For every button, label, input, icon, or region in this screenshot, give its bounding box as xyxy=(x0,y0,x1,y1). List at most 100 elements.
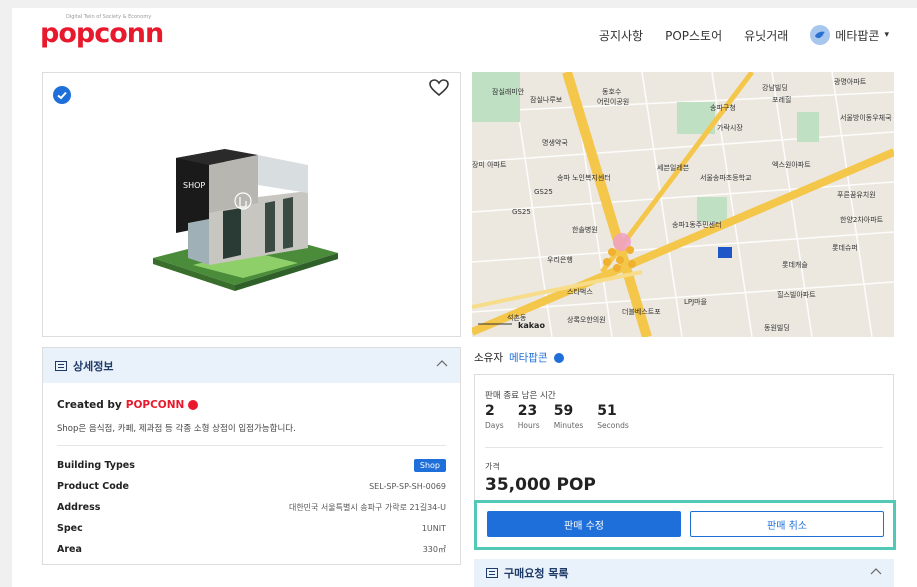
spec-row-area: Area 330㎡ xyxy=(57,539,446,560)
user-name: 메타팝콘 xyxy=(835,28,880,43)
top-nav: 공지사항 POP스토어 유닛거래 메타팝콘 ▾ xyxy=(599,25,889,45)
creator-brand[interactable]: POPCONN xyxy=(126,399,185,411)
shop-building-model: SHOP xyxy=(153,149,338,291)
map-label: 서울송파초등학교 xyxy=(700,173,752,182)
product-3d-viewer[interactable]: SHOP xyxy=(42,72,461,337)
map-label: 명생약국 xyxy=(542,138,568,147)
countdown-timer: 2 Days 23 Hours 59 Minutes 51 Seconds xyxy=(485,403,629,430)
divider xyxy=(57,445,446,446)
spec-key: Address xyxy=(57,502,101,513)
chevron-down-icon: ▾ xyxy=(884,30,889,40)
list-card-icon xyxy=(486,568,498,578)
map-label: 서울방이동우체국 xyxy=(840,113,892,122)
map-label: 장미 아파트 xyxy=(472,160,507,169)
spec-value: 1UNIT xyxy=(421,524,446,533)
spec-row-product-code: Product Code SEL-SP-SP-SH-0069 xyxy=(57,476,446,497)
map-label: LPJ마을 xyxy=(684,297,708,306)
owner-name[interactable]: 메타팝콘 xyxy=(509,350,548,365)
created-by: Created by POPCONN xyxy=(57,399,199,411)
remaining-time-label: 판매 종료 남은 시간 xyxy=(485,391,556,401)
timer-minutes: 59 Minutes xyxy=(554,403,584,430)
owner-info: 소유자 메타팝콘 xyxy=(474,350,564,365)
owner-verified-icon xyxy=(553,352,564,363)
map-label: 엑스원아파트 xyxy=(772,160,811,169)
timer-unit: Seconds xyxy=(597,421,629,430)
map-label: 푸른꿈유치원 xyxy=(837,190,876,199)
map-label: 더블베스트포 xyxy=(622,307,661,316)
timer-seconds: 51 Seconds xyxy=(597,403,629,430)
map-label: 포레힐 xyxy=(772,95,791,104)
chevron-up-icon[interactable] xyxy=(870,567,882,575)
map-label: 송파 노인복지센터 xyxy=(557,173,611,182)
map-label: 송파구청 xyxy=(710,103,736,112)
timer-days: 2 Days xyxy=(485,403,504,430)
map-label: 롯데캐슬 xyxy=(782,260,808,269)
chevron-up-icon[interactable] xyxy=(436,359,448,367)
spec-key: Product Code xyxy=(57,481,129,492)
product-description: Shop은 음식점, 카페, 제과점 등 각종 소형 상점이 입점가능합니다. xyxy=(57,424,296,434)
timer-unit: Days xyxy=(485,421,504,430)
created-by-label: Created by xyxy=(57,399,122,411)
map-label: 잠실래미안 xyxy=(492,87,525,96)
spec-row-spec: Spec 1UNIT xyxy=(57,518,446,539)
nav-unit-trade[interactable]: 유닛거래 xyxy=(744,27,788,44)
cancel-sale-button[interactable]: 판매 취소 xyxy=(690,511,884,537)
nav-notice[interactable]: 공지사항 xyxy=(599,27,643,44)
spec-key: Area xyxy=(57,544,82,555)
page: Digital Twin of Society & Economy popcon… xyxy=(12,8,917,587)
timer-unit: Minutes xyxy=(553,421,584,430)
map-label: 가락시장 xyxy=(717,123,743,132)
detail-header[interactable]: 상세정보 xyxy=(43,348,460,383)
spec-value: 330㎡ xyxy=(422,545,446,554)
detail-panel: 상세정보 Created by POPCONN Shop은 음식점, 카페, 제… xyxy=(42,347,461,565)
map-attribution: kakao xyxy=(518,321,545,330)
map-label: 세븐일레븐 xyxy=(657,163,690,172)
bird-icon xyxy=(815,31,826,39)
spec-row-address: Address 대한민국 서울특별시 송파구 가락로 21길34-U xyxy=(57,497,446,518)
map-label: 송파1동주민센터 xyxy=(672,220,722,229)
map-label: 상록오한의원 xyxy=(567,315,606,324)
map-label: 우리은행 xyxy=(547,255,573,264)
info-card-icon xyxy=(55,360,67,371)
spec-key: Spec xyxy=(57,523,83,534)
divider xyxy=(485,447,883,448)
map-label: 동호수 xyxy=(602,88,622,96)
timer-value: 51 xyxy=(597,403,617,419)
building-type-tag: Shop xyxy=(413,459,446,472)
timer-unit: Hours xyxy=(517,421,540,430)
map-label: 한솔병원 xyxy=(572,225,598,234)
spec-row-building-types: Building Types Shop xyxy=(57,455,446,476)
map-label: 스타벅스 xyxy=(567,287,593,296)
price-label: 가격 xyxy=(485,462,500,471)
detail-title: 상세정보 xyxy=(73,359,114,373)
timer-value: 23 xyxy=(517,403,538,419)
spec-value: 대한민국 서울특별시 송파구 가락로 21길34-U xyxy=(288,503,446,512)
timer-hours: 23 Hours xyxy=(518,403,540,430)
timer-value: 2 xyxy=(485,403,495,419)
sale-actions-highlight: 판매 수정 판매 취소 xyxy=(474,500,896,550)
purchase-requests-header[interactable]: 구매요청 목록 xyxy=(474,559,894,587)
map-label: 잠실나루보 xyxy=(530,95,563,104)
user-menu[interactable]: 메타팝콘 ▾ xyxy=(810,25,889,45)
map-label: 광명아파트 xyxy=(834,77,867,86)
location-map[interactable]: 잠실래미안 잠실나루보 동호수 어린이공원 송파구청 가락시장 송파1동주민센터… xyxy=(472,72,894,337)
price-value: 35,000 POP xyxy=(485,475,596,495)
owner-label: 소유자 xyxy=(474,352,503,364)
spec-table: Building Types Shop Product Code SEL-SP-… xyxy=(57,455,446,560)
header: Digital Twin of Society & Economy popcon… xyxy=(12,8,917,60)
spec-key: Building Types xyxy=(57,460,135,471)
avatar xyxy=(810,25,831,45)
map-label: 힐스빌아파트 xyxy=(777,290,816,299)
spec-value: SEL-SP-SP-SH-0069 xyxy=(369,482,446,491)
nav-pop-store[interactable]: POP스토어 xyxy=(665,27,722,44)
map-canvas: 잠실래미안 잠실나루보 동호수 어린이공원 송파구청 가락시장 송파1동주민센터… xyxy=(472,72,894,337)
map-label: 롯데슈퍼 xyxy=(832,243,858,252)
map-label: 강남빌딩 xyxy=(762,83,788,92)
edit-sale-button[interactable]: 판매 수정 xyxy=(487,511,681,537)
timer-value: 59 xyxy=(553,403,574,419)
shop-sign: SHOP xyxy=(183,181,205,190)
map-label: GS25 xyxy=(534,188,553,196)
map-label: GS25 xyxy=(512,208,531,216)
logo-text: popconn xyxy=(40,18,164,49)
map-label: 어린이공원 xyxy=(597,97,629,106)
